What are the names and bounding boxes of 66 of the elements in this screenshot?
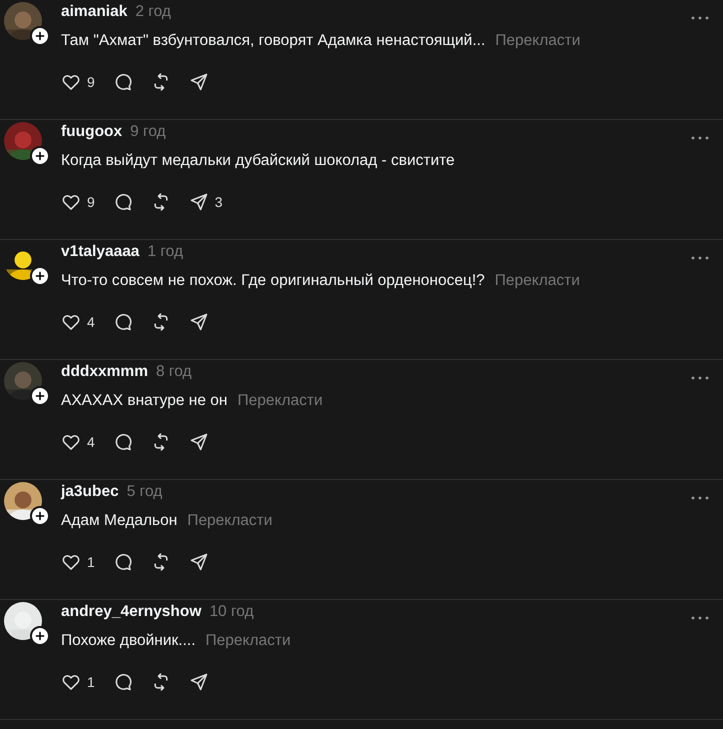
- paper-plane-icon[interactable]: [188, 672, 209, 692]
- share-count: 3: [214, 194, 223, 210]
- paper-plane-icon[interactable]: [188, 552, 209, 572]
- more-icon[interactable]: [691, 616, 709, 620]
- more-icon[interactable]: [691, 376, 709, 380]
- plus-icon: [35, 631, 45, 641]
- plus-icon: [35, 151, 45, 161]
- timestamp: 10 год: [209, 603, 254, 621]
- username[interactable]: ja3ubec: [61, 483, 119, 501]
- like-count: 1: [87, 674, 95, 690]
- more-icon[interactable]: [691, 16, 709, 20]
- comment-text: Когда выйдут медальки дубайский шоколад - свистите: [61, 152, 455, 169]
- plus-icon: [35, 271, 45, 281]
- paper-plane-icon[interactable]: [188, 192, 209, 212]
- heart-icon[interactable]: [61, 72, 81, 92]
- like-count: 9: [87, 74, 95, 90]
- plus-icon: [35, 511, 45, 521]
- speech-bubble-icon[interactable]: [112, 672, 133, 692]
- paper-plane-icon[interactable]: [188, 312, 209, 332]
- follow-button[interactable]: [30, 146, 50, 166]
- like-count: 1: [87, 554, 95, 570]
- heart-icon[interactable]: [61, 192, 81, 212]
- paper-plane-icon[interactable]: [188, 432, 209, 452]
- more-icon[interactable]: [691, 496, 709, 500]
- more-icon[interactable]: [691, 256, 709, 260]
- translate-link[interactable]: Перекласти: [187, 512, 272, 529]
- heart-icon[interactable]: [61, 432, 81, 452]
- speech-bubble-icon[interactable]: [112, 552, 133, 572]
- translate-link[interactable]: Перекласти: [237, 392, 323, 409]
- timestamp: 5 год: [126, 483, 162, 501]
- translate-link[interactable]: Перекласти: [206, 632, 291, 649]
- username[interactable]: v1talyaaaa: [61, 243, 140, 261]
- timestamp: 1 год: [147, 243, 184, 261]
- username[interactable]: andrey_4ernyshow: [61, 603, 202, 621]
- heart-icon[interactable]: [61, 312, 81, 332]
- heart-icon[interactable]: [61, 672, 81, 692]
- follow-button[interactable]: [30, 26, 50, 46]
- username[interactable]: dddxxmmm: [61, 363, 148, 381]
- like-count: 4: [87, 434, 95, 450]
- comment-text: Там "Ахмат" взбунтовался, говорят Адамка ненастоящий...: [61, 32, 486, 49]
- more-icon[interactable]: [691, 136, 709, 140]
- translate-link[interactable]: Перекласти: [495, 32, 580, 49]
- timestamp: 9 год: [130, 123, 166, 141]
- speech-bubble-icon[interactable]: [112, 312, 133, 332]
- comment-text: АХАХАХ внатуре не он: [61, 392, 228, 409]
- like-count: 9: [87, 194, 95, 210]
- comment-text: Похоже двойник....: [61, 632, 196, 649]
- comment-text: Что-то совсем не похож. Где оригинальный орденоносец!?: [61, 272, 485, 289]
- heart-icon[interactable]: [61, 552, 81, 572]
- follow-button[interactable]: [30, 506, 50, 526]
- username[interactable]: aimaniak: [61, 3, 128, 21]
- plus-icon: [35, 31, 45, 41]
- follow-button[interactable]: [30, 626, 50, 646]
- like-count: 4: [87, 314, 95, 330]
- speech-bubble-icon[interactable]: [112, 432, 133, 452]
- translate-link[interactable]: Перекласти: [494, 272, 580, 289]
- follow-button[interactable]: [30, 266, 50, 286]
- paper-plane-icon[interactable]: [188, 72, 209, 92]
- username[interactable]: fuugoox: [61, 123, 122, 141]
- comment-text: Адам Медальон: [61, 512, 178, 529]
- speech-bubble-icon[interactable]: [112, 192, 133, 212]
- timestamp: 8 год: [156, 363, 192, 381]
- speech-bubble-icon[interactable]: [112, 72, 133, 92]
- timestamp: 2 год: [135, 3, 171, 21]
- plus-icon: [35, 391, 45, 401]
- follow-button[interactable]: [30, 386, 50, 406]
